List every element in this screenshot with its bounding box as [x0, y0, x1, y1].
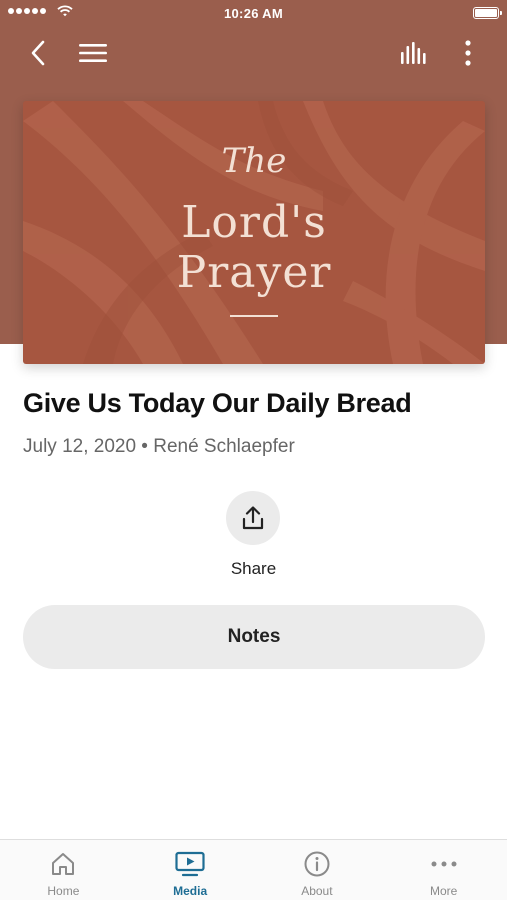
share-button[interactable]: [226, 491, 280, 545]
episode-meta: July 12, 2020 • René Schlaepfer: [23, 436, 295, 457]
top-navigation: [0, 30, 507, 76]
status-bar: 10:26 AM: [0, 0, 507, 28]
artwork-title-line-1: Lord's: [181, 197, 327, 248]
share-label: Share: [230, 559, 277, 578]
chevron-left-icon: [31, 40, 45, 66]
notes-button-label: Notes: [227, 626, 281, 647]
episode-title: Give Us Today Our Daily Bread: [23, 388, 412, 418]
tab-about-label: About: [301, 884, 333, 898]
more-dots-icon: [429, 850, 459, 878]
vertical-dots-icon: [465, 40, 471, 66]
tab-media[interactable]: Media: [127, 840, 254, 900]
artwork-divider: [230, 315, 278, 317]
battery-icon: [473, 7, 502, 19]
tab-about[interactable]: About: [254, 840, 381, 900]
status-time: 10:26 AM: [224, 6, 283, 21]
artwork-title: The Lord's Prayer: [23, 101, 485, 364]
tab-media-label: Media: [173, 884, 208, 898]
series-artwork: The Lord's Prayer: [23, 101, 485, 364]
more-options-button[interactable]: [451, 36, 485, 70]
tab-home-label: Home: [47, 884, 80, 898]
notes-button[interactable]: Notes: [23, 605, 485, 669]
bottom-tab-bar: Home Media About More: [0, 839, 507, 900]
artwork-title-line-2: Prayer: [176, 247, 332, 298]
media-icon: [175, 850, 205, 878]
artwork-title-the: The: [221, 141, 287, 181]
back-button[interactable]: [21, 36, 55, 70]
tab-more-label: More: [429, 884, 458, 898]
share-upload-icon: [242, 506, 264, 530]
tab-more[interactable]: More: [380, 840, 507, 900]
audio-button[interactable]: [397, 36, 431, 70]
info-icon: [302, 850, 332, 878]
tab-home[interactable]: Home: [0, 840, 127, 900]
home-icon: [48, 850, 78, 878]
menu-button[interactable]: [76, 36, 110, 70]
audio-bars-icon: [401, 42, 426, 64]
hamburger-menu-icon: [79, 44, 107, 62]
